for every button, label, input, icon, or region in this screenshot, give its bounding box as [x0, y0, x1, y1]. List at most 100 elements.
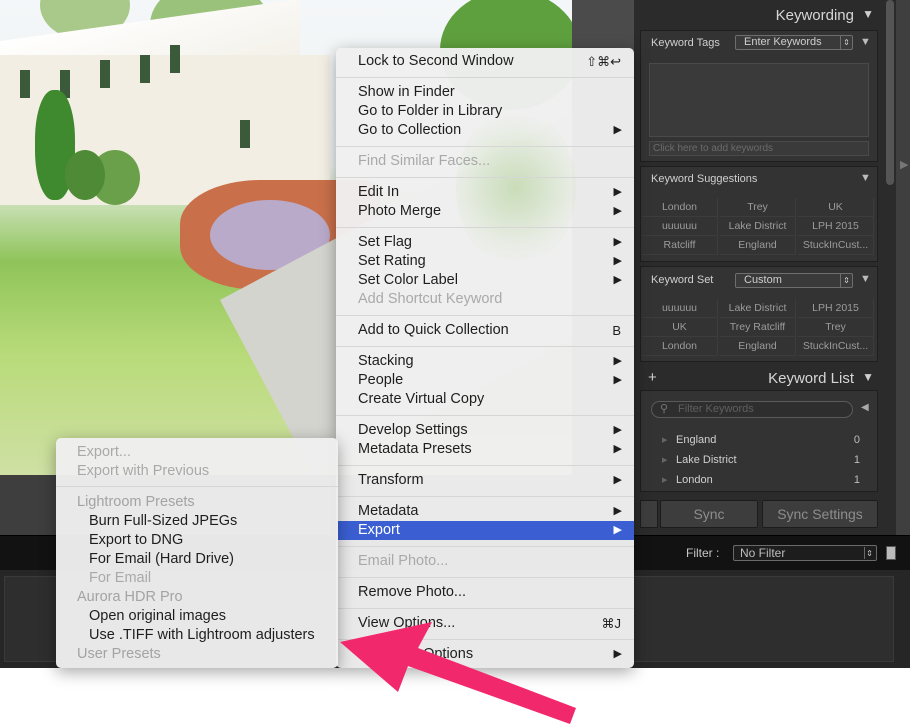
submenu-item-export: Export...: [77, 444, 131, 460]
panel-collapse-icon[interactable]: ▶: [900, 158, 908, 171]
menu-item-set-rating[interactable]: Set Rating ▶: [336, 252, 634, 271]
keyword-set-menu-icon[interactable]: ▼: [860, 273, 871, 285]
submenu-item-export-to-dng[interactable]: Export to DNG: [56, 531, 338, 550]
menu-item-people[interactable]: People ▶: [336, 371, 634, 390]
menu-item-set-flag[interactable]: Set Flag ▶: [336, 233, 634, 252]
suggestion-item[interactable]: Lake District: [720, 217, 796, 236]
submenu-arrow-icon: ▶: [613, 505, 622, 517]
sync-button[interactable]: Sync: [660, 500, 758, 528]
keyword-set-item[interactable]: London: [642, 337, 718, 356]
context-menu: Lock to Second Window ⇧⌘↩ Show in Finder…: [336, 48, 634, 668]
keyword-list-row[interactable]: ▶ London 1: [642, 470, 866, 490]
filter-select[interactable]: No Filter ⇕: [733, 545, 877, 561]
keywording-title: Keywording: [775, 7, 854, 24]
suggestion-item[interactable]: Ratcliff: [642, 236, 718, 255]
keyword-set-item[interactable]: Lake District: [720, 299, 796, 318]
keyword-list-title: Keyword List: [768, 370, 854, 387]
menu-item-show-in-finder[interactable]: Show in Finder: [336, 83, 634, 102]
submenu-arrow-icon: ▶: [613, 374, 622, 386]
suggestion-item[interactable]: LPH 2015: [798, 217, 874, 236]
collapse-triangle-icon[interactable]: ▼: [862, 370, 874, 384]
menu-item-lock-second-window[interactable]: Lock to Second Window ⇧⌘↩: [336, 52, 634, 71]
menu-separator: [336, 227, 634, 229]
submenu-item-open-original-images[interactable]: Open original images: [56, 607, 338, 626]
submenu-item-for-email-hard-drive[interactable]: For Email (Hard Drive): [56, 550, 338, 569]
menu-separator: [336, 146, 634, 148]
filter-lock-icon[interactable]: [886, 546, 896, 560]
menu-item-label: Go to Collection: [358, 122, 462, 138]
menu-separator: [336, 415, 634, 417]
menu-item-label: Develop Settings: [358, 422, 468, 438]
keyword-set-item[interactable]: Trey Ratcliff: [720, 318, 796, 337]
filter-label: Filter :: [686, 546, 720, 560]
keyword-set-item[interactable]: Trey: [798, 318, 874, 337]
menu-item-metadata[interactable]: Metadata ▶: [336, 502, 634, 521]
menu-item-label: Export: [358, 522, 400, 538]
keyword-tags-label: Keyword Tags: [651, 37, 720, 49]
tags-menu-icon[interactable]: ▼: [860, 36, 871, 48]
add-keywords-field[interactable]: Click here to add keywords: [649, 141, 869, 156]
keyword-list-header[interactable]: + Keyword List ▼: [642, 365, 878, 391]
submenu-arrow-icon: ▶: [613, 443, 622, 455]
keyword-tags-mode: Enter Keywords: [744, 36, 822, 48]
keyword-set-item[interactable]: UK: [642, 318, 718, 337]
menu-item-label: Set Rating: [358, 253, 426, 269]
filter-keywords-placeholder: Filter Keywords: [678, 403, 754, 415]
submenu-arrow-icon: ▶: [613, 236, 622, 248]
sync-settings-button[interactable]: Sync Settings: [762, 500, 878, 528]
keyword-set-item[interactable]: LPH 2015: [798, 299, 874, 318]
menu-item-label: People: [358, 372, 404, 388]
expand-triangle-icon[interactable]: ▶: [662, 456, 667, 464]
menu-shortcut: ⇧⌘↩: [586, 54, 621, 69]
collapse-triangle-icon[interactable]: ▼: [860, 172, 871, 184]
menu-item-develop-settings[interactable]: Develop Settings ▶: [336, 421, 634, 440]
menu-item-create-virtual-copy[interactable]: Create Virtual Copy: [336, 390, 634, 409]
menu-item-photo-merge[interactable]: Photo Merge ▶: [336, 202, 634, 221]
expand-triangle-icon[interactable]: ▶: [662, 476, 667, 484]
suggestion-item[interactable]: StuckInCust...: [798, 236, 874, 255]
keyword-set-item[interactable]: StuckInCust...: [798, 337, 874, 356]
menu-item-stacking[interactable]: Stacking ▶: [336, 352, 634, 371]
filter-keywords-input[interactable]: ⚲ Filter Keywords: [651, 401, 853, 418]
menu-item-label: Set Color Label: [358, 272, 458, 288]
submenu-arrow-icon: ▶: [613, 205, 622, 217]
suggestion-item[interactable]: UK: [798, 198, 874, 217]
menu-item-label: Create Virtual Copy: [358, 391, 485, 407]
submenu-item-use-tiff[interactable]: Use .TIFF with Lightroom adjusters: [56, 626, 338, 645]
keyword-set-item[interactable]: England: [720, 337, 796, 356]
menu-item-go-to-collection[interactable]: Go to Collection ▶: [336, 121, 634, 140]
menu-item-label: Metadata Presets: [358, 441, 472, 457]
keyword-tags-select[interactable]: Enter Keywords ⇕: [735, 35, 853, 50]
right-panel: ▶ Keywording ▼ Keyword Tags Enter Keywor…: [634, 0, 910, 535]
panel-edge: [896, 0, 910, 535]
submenu-arrow-icon: ▶: [613, 424, 622, 436]
menu-item-export[interactable]: Export ▶: [336, 521, 634, 540]
panel-scrollbar[interactable]: [886, 0, 894, 185]
menu-item-metadata-presets[interactable]: Metadata Presets ▶: [336, 440, 634, 459]
updown-arrows-icon: ⇕: [840, 274, 852, 287]
add-keyword-icon[interactable]: +: [648, 369, 657, 386]
keyword-tags-area[interactable]: [649, 63, 869, 137]
filter-menu-icon[interactable]: ◀: [861, 402, 869, 413]
keyword-list-row[interactable]: ▶ Lake District 1: [642, 450, 866, 470]
keywording-header[interactable]: Keywording ▼: [642, 2, 878, 28]
expand-triangle-icon[interactable]: ▶: [662, 436, 667, 444]
keyword-set-select[interactable]: Custom ⇕: [735, 273, 853, 288]
menu-item-add-shortcut-keyword: Add Shortcut Keyword: [336, 290, 634, 309]
menu-item-add-to-quick-collection[interactable]: Add to Quick Collection B: [336, 321, 634, 340]
sync-toggle-switch[interactable]: [640, 500, 658, 528]
menu-item-go-to-folder[interactable]: Go to Folder in Library: [336, 102, 634, 121]
menu-item-edit-in[interactable]: Edit In ▶: [336, 183, 634, 202]
menu-item-set-color-label[interactable]: Set Color Label ▶: [336, 271, 634, 290]
submenu-item-burn-jpegs[interactable]: Burn Full-Sized JPEGs: [56, 512, 338, 531]
suggestion-item[interactable]: Trey: [720, 198, 796, 217]
suggestion-item[interactable]: London: [642, 198, 718, 217]
suggestion-item[interactable]: England: [720, 236, 796, 255]
keyword-set-value: Custom: [744, 274, 782, 286]
collapse-triangle-icon[interactable]: ▼: [862, 7, 874, 21]
keyword-list-row[interactable]: ▶ England 0: [642, 430, 866, 450]
menu-item-transform[interactable]: Transform ▶: [336, 471, 634, 490]
keyword-set-item[interactable]: uuuuuu: [642, 299, 718, 318]
suggestion-item[interactable]: uuuuuu: [642, 217, 718, 236]
menu-separator: [336, 496, 634, 498]
